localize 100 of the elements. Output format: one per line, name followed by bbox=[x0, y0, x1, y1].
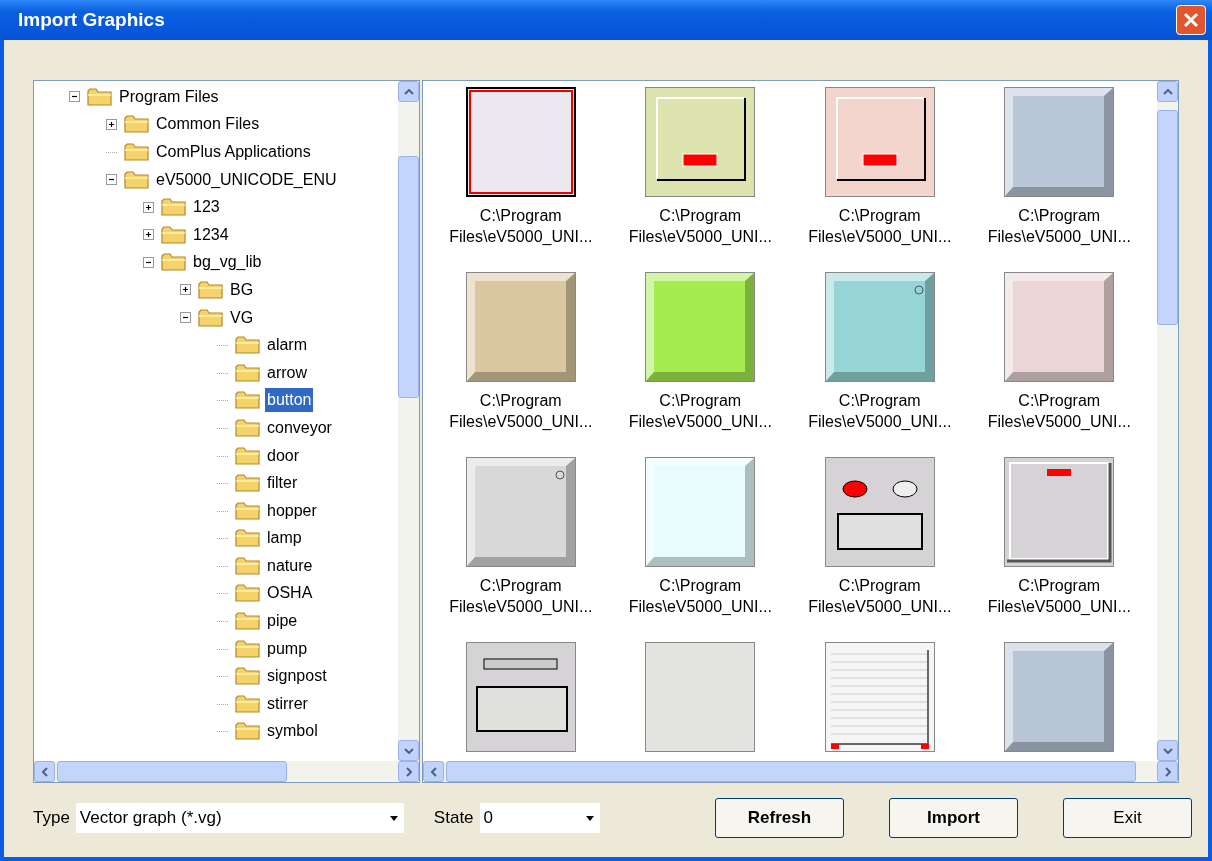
folder-icon bbox=[235, 500, 261, 521]
tree-item[interactable]: button bbox=[265, 388, 314, 413]
graphic-thumbnail[interactable] bbox=[824, 457, 935, 567]
graphic-caption: Files\eV5000_UNI... bbox=[449, 227, 593, 247]
folder-icon bbox=[124, 114, 150, 135]
collapse-icon[interactable] bbox=[180, 312, 191, 324]
type-label: Type bbox=[33, 807, 70, 830]
tree-item[interactable]: Common Files bbox=[154, 112, 262, 137]
scroll-right-button[interactable] bbox=[1157, 761, 1178, 782]
folder-icon bbox=[235, 693, 261, 714]
tree-item[interactable]: pump bbox=[265, 636, 310, 661]
folder-icon bbox=[198, 307, 224, 328]
tree-item[interactable]: nature bbox=[265, 553, 315, 578]
dialog-button[interactable]: Import bbox=[889, 798, 1018, 838]
scroll-thumb[interactable] bbox=[1157, 110, 1178, 325]
graphic-caption: C:\Program bbox=[479, 206, 562, 226]
window-title: Import Graphics bbox=[18, 7, 166, 32]
graphic-thumbnail[interactable] bbox=[645, 457, 756, 567]
graphic-thumbnail[interactable] bbox=[645, 642, 756, 752]
folder-icon bbox=[124, 142, 150, 162]
tree-item[interactable]: filter bbox=[265, 471, 300, 496]
expand-icon[interactable] bbox=[106, 118, 117, 130]
tree-item[interactable]: Program Files bbox=[117, 84, 221, 109]
graphic-caption: Files\eV5000_UNI... bbox=[628, 412, 772, 432]
tree-item[interactable]: conveyor bbox=[265, 415, 334, 440]
tree-item[interactable]: ComPlus Applications bbox=[154, 140, 313, 164]
folder-icon bbox=[87, 86, 113, 107]
folder-icon bbox=[235, 362, 261, 383]
graphic-caption: Files\eV5000_UNI... bbox=[808, 597, 952, 617]
graphic-caption: C:\Program bbox=[479, 391, 562, 411]
tree-item[interactable]: alarm bbox=[265, 333, 309, 358]
graphic-caption: Files\eV5000_UNI... bbox=[987, 227, 1131, 247]
tree-item[interactable]: 1234 bbox=[191, 222, 231, 247]
state-label: State bbox=[433, 807, 474, 830]
graphic-caption: Files\eV5000_UNI... bbox=[808, 412, 952, 432]
scroll-down-button[interactable] bbox=[1157, 740, 1178, 761]
graphic-caption: Files\eV5000_UNI... bbox=[628, 597, 772, 617]
graphic-thumbnail[interactable] bbox=[824, 87, 935, 197]
tree-item[interactable]: symbol bbox=[265, 719, 320, 744]
graphic-caption: C:\Program bbox=[659, 576, 742, 596]
folder-icon bbox=[161, 224, 187, 245]
graphic-caption: Files\eV5000_UNI... bbox=[449, 597, 593, 617]
collapse-icon[interactable] bbox=[106, 174, 117, 186]
folder-icon bbox=[235, 638, 261, 659]
dialog-button[interactable]: Exit bbox=[1063, 798, 1192, 838]
scroll-up-button[interactable] bbox=[398, 81, 419, 102]
graphic-thumbnail[interactable] bbox=[465, 457, 576, 567]
tree-item[interactable]: hopper bbox=[265, 498, 319, 523]
scroll-thumb[interactable] bbox=[398, 156, 419, 398]
dropdown-arrow-icon[interactable] bbox=[585, 815, 594, 821]
tree-item[interactable]: VG bbox=[228, 305, 256, 330]
graphic-thumbnail[interactable] bbox=[1004, 642, 1115, 752]
tree-item[interactable]: 123 bbox=[191, 195, 222, 220]
state-dropdown[interactable]: 0 bbox=[479, 803, 600, 833]
graphic-thumbnail[interactable] bbox=[645, 272, 756, 382]
dialog-button[interactable]: Refresh bbox=[715, 798, 844, 838]
tree-item[interactable]: bg_vg_lib bbox=[191, 250, 264, 275]
scroll-up-button[interactable] bbox=[1157, 81, 1178, 102]
tree-item[interactable]: arrow bbox=[265, 360, 309, 385]
tree-item[interactable]: lamp bbox=[265, 526, 304, 551]
tree-item[interactable]: OSHA bbox=[265, 581, 315, 606]
expand-icon[interactable] bbox=[143, 201, 154, 213]
scroll-thumb[interactable] bbox=[57, 761, 287, 782]
tree-item[interactable]: eV5000_UNICODE_ENU bbox=[154, 167, 339, 192]
tree-item[interactable]: BG bbox=[228, 277, 256, 302]
graphic-thumbnail[interactable] bbox=[824, 642, 935, 752]
scroll-thumb[interactable] bbox=[446, 761, 1136, 782]
expand-icon[interactable] bbox=[180, 284, 191, 296]
graphic-caption: C:\Program bbox=[659, 391, 742, 411]
folder-icon bbox=[198, 279, 224, 300]
graphic-caption: C:\Program bbox=[838, 576, 921, 596]
graphic-thumbnail[interactable] bbox=[465, 272, 576, 382]
expand-icon[interactable] bbox=[143, 229, 154, 241]
scroll-right-button[interactable] bbox=[398, 761, 419, 782]
scroll-left-button[interactable] bbox=[34, 761, 55, 782]
folder-icon bbox=[235, 555, 261, 576]
graphic-caption: C:\Program bbox=[479, 576, 562, 596]
graphic-thumbnail[interactable] bbox=[465, 87, 576, 197]
dropdown-arrow-icon[interactable] bbox=[389, 815, 398, 821]
graphic-caption: Files\eV5000_UNI... bbox=[449, 412, 593, 432]
close-button[interactable] bbox=[1176, 5, 1206, 35]
folder-icon bbox=[235, 417, 261, 438]
graphic-thumbnail[interactable] bbox=[1004, 272, 1115, 382]
scroll-down-button[interactable] bbox=[398, 740, 419, 761]
tree-item[interactable]: pipe bbox=[265, 609, 300, 634]
graphic-thumbnail[interactable] bbox=[1004, 457, 1115, 567]
graphic-caption: C:\Program bbox=[1018, 391, 1101, 411]
type-dropdown[interactable]: Vector graph (*.vg) bbox=[75, 803, 404, 833]
scroll-left-button[interactable] bbox=[423, 761, 444, 782]
graphic-thumbnail[interactable] bbox=[465, 642, 576, 752]
tree-item[interactable]: signpost bbox=[265, 664, 329, 689]
graphic-thumbnail[interactable] bbox=[824, 272, 935, 382]
tree-item[interactable]: door bbox=[265, 443, 302, 468]
graphic-thumbnail[interactable] bbox=[1004, 87, 1115, 197]
tree-item[interactable]: stirrer bbox=[265, 691, 310, 716]
graphic-caption: Files\eV5000_UNI... bbox=[987, 597, 1131, 617]
collapse-icon[interactable] bbox=[143, 256, 154, 268]
collapse-icon[interactable] bbox=[69, 91, 80, 103]
folder-icon bbox=[161, 197, 187, 218]
graphic-thumbnail[interactable] bbox=[645, 87, 756, 197]
